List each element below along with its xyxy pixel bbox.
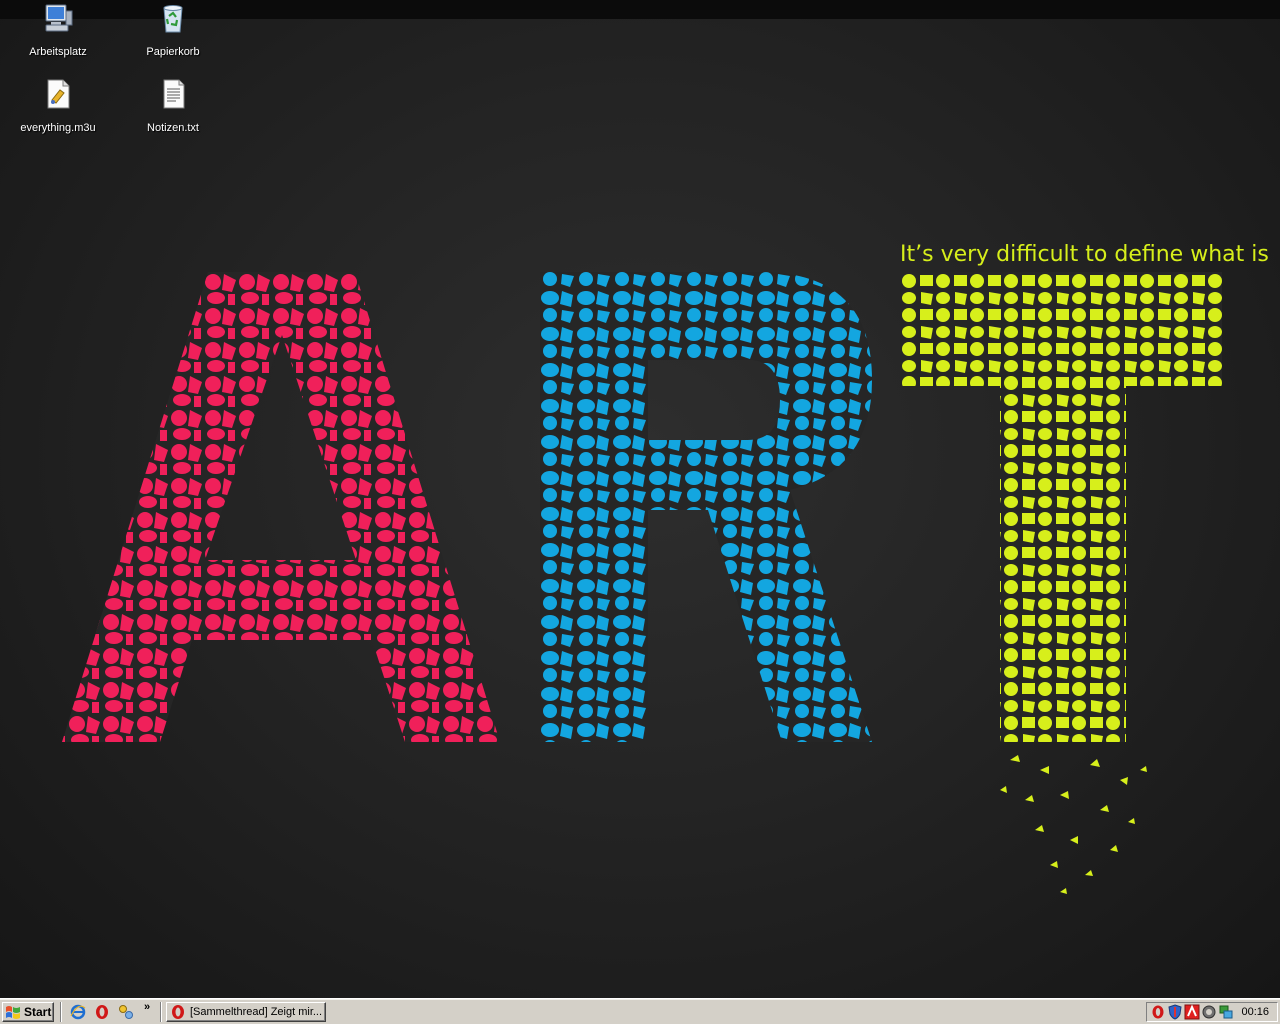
- letter-t: [900, 272, 1222, 894]
- volume-icon[interactable]: [1201, 1004, 1217, 1020]
- network-icon[interactable]: [118, 1004, 134, 1020]
- letter-r: [540, 272, 872, 742]
- system-tray: 00:16: [1146, 1002, 1278, 1022]
- start-label: Start: [24, 1005, 52, 1019]
- desktop-icon-label: Papierkorb: [146, 46, 200, 58]
- windows-logo-icon: [6, 1006, 20, 1019]
- taskbar-separator: [160, 1002, 162, 1022]
- shield-icon[interactable]: [1167, 1004, 1183, 1020]
- desktop-icon-text-file[interactable]: Notizen.txt: [128, 78, 218, 136]
- window-button-label: [Sammelthread] Zeigt mir...: [190, 1006, 323, 1018]
- network-tray-icon[interactable]: [1218, 1004, 1234, 1020]
- art-wallpaper: It’s very difficult to define what is: [62, 242, 1269, 894]
- desktop-icon-label: everything.m3u: [20, 122, 96, 134]
- desktop-icon-recycle-bin[interactable]: Papierkorb: [128, 2, 218, 60]
- desktop: It’s very difficult to define what is Ar…: [0, 0, 1280, 998]
- playlist-file-icon: [47, 79, 70, 109]
- taskbar: Start » [Sammelthread] Zeigt mir... 00:1…: [0, 998, 1280, 1024]
- opera-icon[interactable]: [94, 1004, 110, 1020]
- quick-launch-chevron[interactable]: »: [144, 1001, 150, 1013]
- antivir-icon[interactable]: [1184, 1004, 1200, 1020]
- recycle-bin-icon: [163, 5, 183, 33]
- clock: 00:16: [1241, 1006, 1269, 1018]
- ie-icon[interactable]: [70, 1004, 86, 1020]
- wallpaper-tagline: It’s very difficult to define what is: [900, 242, 1269, 267]
- opera-icon: [172, 1005, 184, 1019]
- desktop-icon-label: Arbeitsplatz: [29, 46, 87, 58]
- my-computer-icon: [45, 4, 73, 32]
- letter-a: [62, 272, 500, 742]
- opera-tray-icon[interactable]: [1150, 1004, 1166, 1020]
- taskbar-separator: [60, 1002, 62, 1022]
- taskbar-window-button[interactable]: [Sammelthread] Zeigt mir...: [166, 1002, 326, 1022]
- text-file-icon: [163, 79, 185, 109]
- desktop-icon-my-computer[interactable]: Arbeitsplatz: [13, 2, 103, 60]
- start-button[interactable]: Start: [2, 1002, 54, 1022]
- desktop-icon-label: Notizen.txt: [147, 122, 199, 134]
- desktop-icon-playlist[interactable]: everything.m3u: [13, 78, 103, 136]
